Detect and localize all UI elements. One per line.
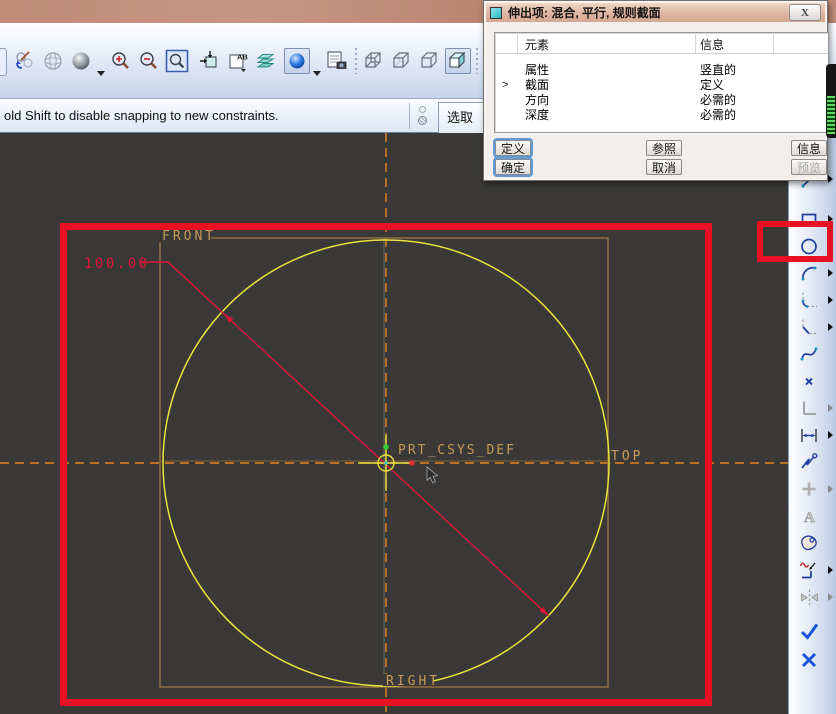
coordsys-flyout-icon[interactable]	[828, 404, 833, 412]
dialog-titlebar[interactable]: 伸出项: 混合, 平行, 规则截面 X	[486, 3, 825, 22]
mirror-tool-icon[interactable]	[795, 584, 825, 612]
palette-tool-icon[interactable]	[795, 530, 825, 558]
column-element: 元素	[525, 38, 550, 52]
dialog-title: 伸出项: 混合, 平行, 规则截面	[508, 6, 661, 20]
edge-indicator-bar	[826, 64, 836, 138]
no-hidden-mode-icon[interactable]	[417, 48, 443, 74]
circle-tool-annotation-rectangle	[757, 221, 833, 262]
zoom-fit-icon[interactable]	[164, 48, 190, 74]
define-button[interactable]: 定义	[493, 138, 533, 158]
column-info: 信息	[700, 38, 725, 52]
dimension-tool-icon[interactable]	[795, 422, 825, 450]
trim-tool-icon[interactable]	[795, 557, 825, 585]
wireframe-mode-icon[interactable]	[361, 48, 387, 74]
mirror-flyout-icon[interactable]	[828, 593, 833, 601]
saved-view-list-icon[interactable]: AB	[225, 48, 251, 74]
zoom-in-icon[interactable]	[108, 48, 134, 74]
selection-filter-icon[interactable]	[416, 104, 430, 128]
protrusion-element-dialog: 伸出项: 混合, 平行, 规则截面 X 元素 信息 属性 竖直的 > 截面 定义	[483, 0, 829, 181]
references-button[interactable]: 参照	[646, 140, 682, 156]
constraint-tool-icon[interactable]	[795, 476, 825, 504]
line-flyout-icon[interactable]	[828, 175, 833, 183]
point-tool-icon[interactable]	[795, 368, 825, 396]
chamfer-tool-icon[interactable]	[795, 314, 825, 342]
trim-flyout-icon[interactable]	[828, 566, 833, 574]
text-tool-icon[interactable]: A	[795, 503, 825, 531]
zoom-out-icon[interactable]	[136, 48, 162, 74]
fillet-flyout-icon[interactable]	[828, 296, 833, 304]
app-window: AB old Shift to disable snapping to new …	[0, 0, 836, 714]
dialog-window-icon	[490, 6, 502, 19]
select-window-title: 选取	[437, 101, 484, 136]
clipped-toolbar-button[interactable]	[0, 48, 7, 76]
reorient-view-icon[interactable]	[197, 48, 223, 74]
quit-button-icon[interactable]	[795, 646, 825, 674]
layers-icon[interactable]	[253, 48, 279, 74]
chamfer-flyout-icon[interactable]	[828, 323, 833, 331]
close-icon[interactable]: X	[789, 4, 821, 21]
element-table-header: 元素 信息	[495, 33, 828, 54]
table-row-selected[interactable]: > 截面 定义	[495, 78, 828, 93]
wireframe-display-icon[interactable]	[40, 48, 66, 74]
shaded-display-dropdown-icon[interactable]	[97, 70, 105, 76]
toolbar-separator	[474, 48, 479, 74]
message-separator	[408, 102, 410, 129]
datum-display-icon[interactable]	[284, 48, 310, 74]
table-row[interactable]: 深度 必需的	[495, 108, 828, 123]
shaded-display-icon[interactable]	[68, 48, 94, 74]
arc-flyout-icon[interactable]	[828, 269, 833, 277]
message-text: old Shift to disable snapping to new con…	[4, 108, 279, 123]
spline-tool-icon[interactable]	[795, 341, 825, 369]
svg-text:AB: AB	[237, 53, 248, 62]
preview-button: 预览	[791, 159, 827, 175]
datum-display-dropdown-icon[interactable]	[313, 70, 321, 76]
dimension-flyout-icon[interactable]	[828, 431, 833, 439]
arc-tool-icon[interactable]	[795, 260, 825, 288]
constraint-flyout-icon[interactable]	[828, 485, 833, 493]
sketch-annotation-rectangle	[60, 223, 712, 706]
table-row[interactable]: 属性 竖直的	[495, 63, 828, 78]
info-button[interactable]: 信息	[791, 140, 827, 156]
coordinate-system-tool-icon[interactable]	[795, 395, 825, 423]
svg-text:A: A	[804, 510, 815, 526]
model-tree-icon[interactable]	[324, 48, 350, 74]
toolbar-separator	[353, 48, 358, 74]
repaint-icon[interactable]	[12, 48, 38, 74]
hidden-line-mode-icon[interactable]	[389, 48, 415, 74]
ok-button[interactable]: 确定	[493, 157, 533, 177]
element-table: 元素 信息 属性 竖直的 > 截面 定义 方向 必需的 深度 必需的	[494, 32, 829, 133]
cancel-button[interactable]: 取消	[646, 159, 682, 175]
fillet-tool-icon[interactable]	[795, 287, 825, 315]
done-button-icon[interactable]	[795, 618, 825, 646]
modify-tool-icon[interactable]	[795, 449, 825, 477]
shading-mode-icon[interactable]	[445, 48, 471, 74]
selected-row-marker: >	[502, 79, 509, 91]
table-row[interactable]: 方向 必需的	[495, 93, 828, 108]
